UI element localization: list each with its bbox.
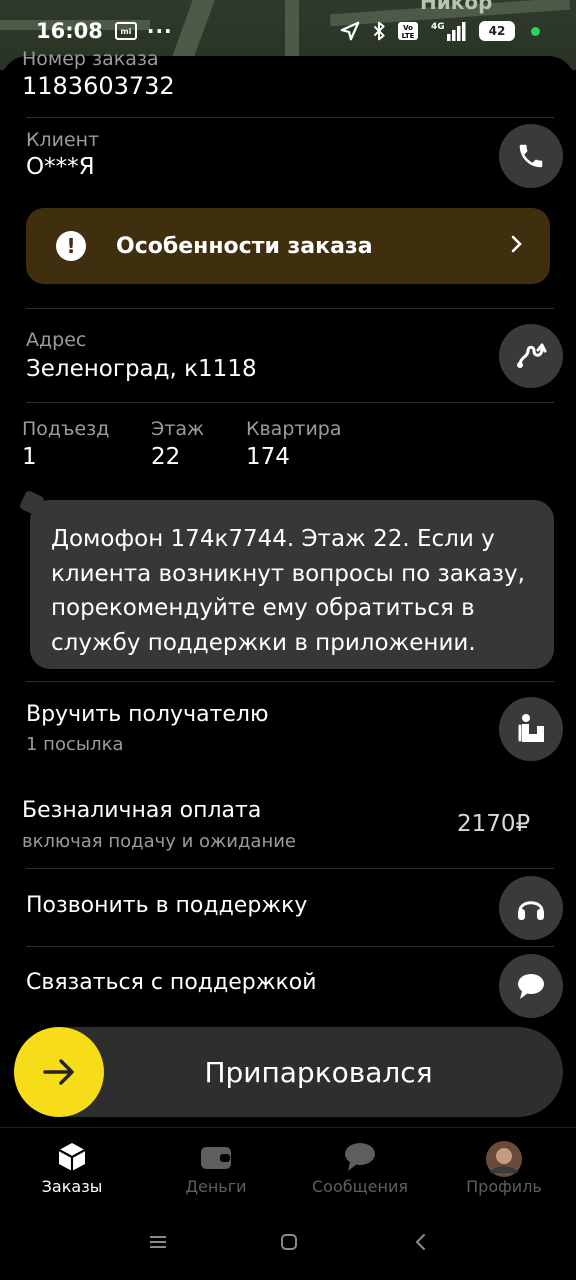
divider [26, 681, 554, 682]
call-client-button[interactable] [499, 124, 563, 188]
divider [26, 946, 554, 947]
nav-messages[interactable]: Сообщения [290, 1128, 430, 1208]
nav-orders[interactable]: Заказы [2, 1128, 142, 1208]
order-number-label: Номер заказа [22, 48, 159, 70]
home-square-icon [281, 1234, 297, 1250]
address-label: Адрес [26, 329, 87, 351]
headset-icon [518, 901, 544, 920]
parked-label: Припарковался [204, 1055, 433, 1089]
more-notifications-icon: ··· [146, 19, 173, 43]
nav-money-label: Деньги [185, 1177, 247, 1196]
avatar [434, 1140, 574, 1177]
apartment-label: Квартира [246, 418, 342, 440]
chat-icon [290, 1140, 430, 1174]
entrance-label: Подъезд [22, 418, 110, 440]
divider [26, 117, 554, 118]
payment-title: Безналичная оплата [22, 798, 262, 823]
svg-text:4G: 4G [431, 22, 445, 32]
chat-support-button[interactable] [499, 954, 563, 1018]
box-icon [2, 1140, 142, 1174]
wallet-icon [146, 1140, 286, 1174]
menu-icon [150, 1236, 166, 1248]
contact-support-label[interactable]: Связаться с поддержкой [26, 970, 317, 995]
svg-text:LTE: LTE [402, 32, 415, 40]
divider [26, 402, 554, 403]
floor-value: 22 [151, 444, 181, 470]
signal-icon: 4G [429, 20, 469, 42]
client-comment: Домофон 174к7744. Этаж 22. Если у клиент… [30, 500, 554, 669]
route-icon [517, 343, 547, 368]
nav-profile[interactable]: Профиль [434, 1128, 574, 1208]
exclamation-icon: ! [56, 231, 86, 261]
comment-line: клиента возникнут вопросы по заказу, [51, 560, 525, 587]
hand-over-icon [518, 714, 544, 742]
bluetooth-icon [371, 20, 387, 42]
nav-messages-label: Сообщения [311, 1177, 408, 1196]
handover-subtitle: 1 посылка [26, 734, 124, 755]
payment-card: Безналичная оплата включая подачу и ожид… [0, 782, 576, 1022]
order-card: Номер заказа 1183603732 Клиент О***Я ! О… [0, 48, 576, 774]
privacy-indicator [531, 26, 540, 36]
floor-label: Этаж [151, 418, 205, 440]
system-navigation [0, 1215, 576, 1270]
back-button[interactable] [405, 1227, 435, 1257]
parked-slider[interactable]: Припарковался [14, 1027, 563, 1117]
address-value: Зеленоград, к1118 [26, 356, 257, 382]
screen: Никор 16:08 mi ··· Vo LTE 4G 42 Номер за… [0, 0, 576, 1280]
arrow-right-icon [43, 1059, 74, 1085]
location-icon [339, 20, 361, 42]
chat-bubble-icon [518, 974, 544, 999]
comment-line: службу поддержки в приложении. [51, 629, 476, 656]
call-support-button[interactable] [499, 876, 563, 940]
client-name: О***Я [26, 154, 95, 180]
divider [26, 868, 554, 869]
entrance-value: 1 [22, 444, 37, 470]
recents-button[interactable] [143, 1227, 173, 1257]
handover-title: Вручить получателю [26, 702, 269, 727]
nav-orders-label: Заказы [41, 1177, 103, 1196]
order-number: 1183603732 [22, 72, 175, 100]
back-chevron-icon [415, 1234, 425, 1250]
order-features-button[interactable]: ! Особенности заказа [26, 208, 550, 284]
payment-subtitle: включая подачу и ожидание [22, 831, 296, 852]
slide-handle[interactable] [14, 1027, 104, 1117]
bottom-navigation: Заказы Деньги Сообщения Профиль [0, 1127, 576, 1207]
status-time: 16:08 [36, 19, 103, 43]
svg-text:Vo: Vo [403, 24, 413, 32]
apartment-value: 174 [246, 444, 290, 470]
nav-profile-label: Профиль [466, 1177, 542, 1196]
order-features-label: Особенности заказа [116, 233, 373, 259]
call-support-label[interactable]: Позвонить в поддержку [26, 893, 307, 918]
mi-icon: mi [114, 22, 137, 40]
route-button[interactable] [499, 324, 563, 388]
home-button[interactable] [274, 1227, 304, 1257]
comment-line: Домофон 174к7744. Этаж 22. Если у [51, 526, 495, 552]
volte-icon: Vo LTE [397, 21, 419, 41]
nav-money[interactable]: Деньги [146, 1128, 286, 1208]
comment-line: порекомендуйте ему обратиться в [51, 595, 475, 621]
battery-indicator: 42 [479, 21, 515, 41]
phone-icon [519, 144, 543, 168]
payment-amount: 2170₽ [457, 811, 531, 837]
client-label: Клиент [26, 129, 100, 151]
handover-button[interactable] [499, 697, 563, 761]
chevron-right-icon [510, 234, 524, 258]
divider [26, 308, 554, 309]
